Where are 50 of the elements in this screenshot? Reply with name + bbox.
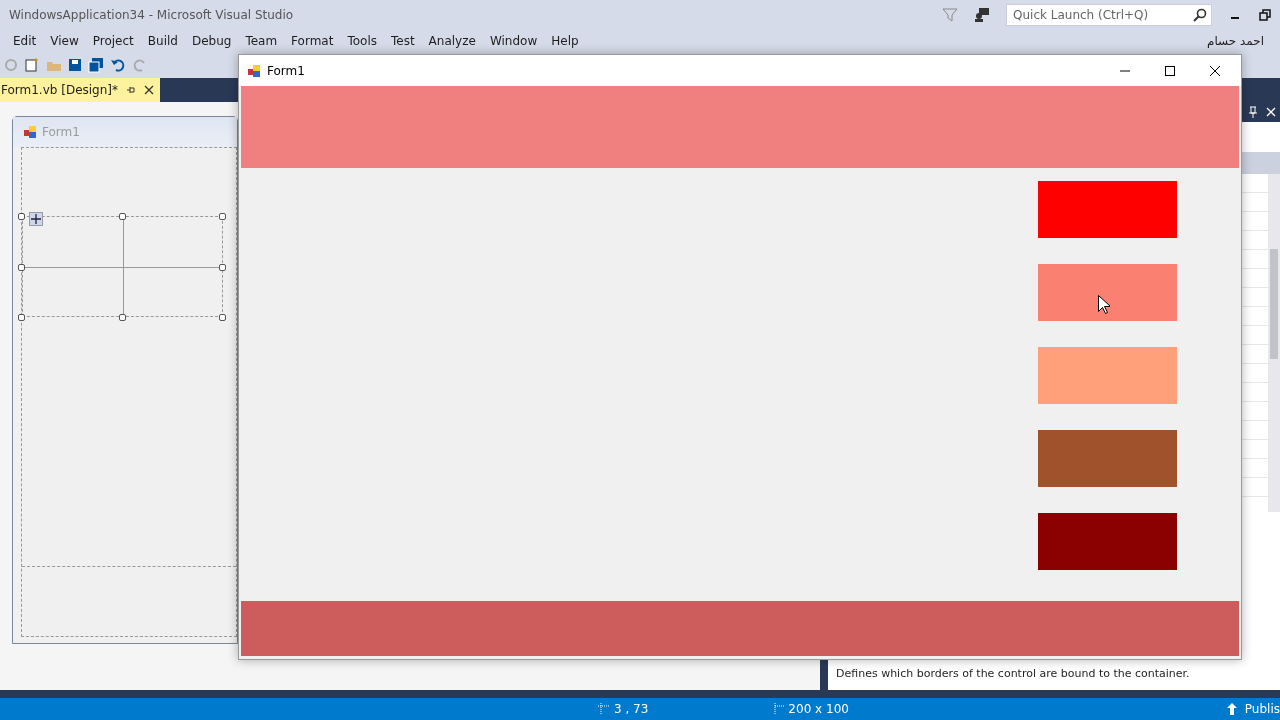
menu-item[interactable]: Team xyxy=(238,32,285,50)
form-icon xyxy=(247,63,261,78)
resize-handle[interactable] xyxy=(219,264,226,271)
document-tab[interactable]: Form1.vb [Design]* xyxy=(0,78,160,102)
search-icon[interactable] xyxy=(1193,8,1207,22)
size-icon xyxy=(772,703,785,715)
resize-handle[interactable] xyxy=(219,314,226,321)
resize-handle[interactable] xyxy=(18,264,25,271)
menu-item[interactable]: Project xyxy=(85,32,141,50)
move-handle-icon[interactable] xyxy=(29,212,43,226)
resize-handle[interactable] xyxy=(18,213,25,220)
menu-item[interactable]: Help xyxy=(544,32,586,50)
save-all-icon[interactable] xyxy=(88,57,104,73)
publish-label[interactable]: Publis xyxy=(1244,700,1280,718)
cursor-position: 3 , 73 xyxy=(614,701,649,718)
menu-item[interactable]: Tools xyxy=(340,32,384,50)
resize-handle[interactable] xyxy=(18,314,25,321)
user-name[interactable]: احمد حسام xyxy=(1207,32,1264,50)
mouse-cursor-icon xyxy=(1098,295,1110,314)
menu-item[interactable]: Test xyxy=(383,32,422,50)
undo-icon[interactable] xyxy=(110,57,126,73)
menu-item[interactable]: Edit xyxy=(6,32,44,50)
up-arrow-icon xyxy=(1226,703,1237,715)
form-icon xyxy=(23,125,37,139)
close-icon[interactable] xyxy=(144,85,154,95)
pin-icon[interactable] xyxy=(126,85,136,95)
window-title: WindowsApplication34 - Microsoft Visual Studio xyxy=(9,7,294,24)
restore-icon[interactable] xyxy=(1258,8,1272,22)
form-title: Form1 xyxy=(267,62,305,80)
close-icon[interactable] xyxy=(1208,64,1221,77)
scrollbar[interactable] xyxy=(1268,174,1280,512)
resize-handle[interactable] xyxy=(119,213,126,220)
property-toolbar xyxy=(1242,152,1280,174)
menu-item[interactable]: Build xyxy=(140,32,185,50)
new-project-icon[interactable] xyxy=(24,57,40,73)
save-icon[interactable] xyxy=(68,58,82,72)
menu-item[interactable]: Analyze xyxy=(421,32,483,50)
quick-launch-field[interactable]: Quick Launch (Ctrl+Q) xyxy=(1006,4,1212,26)
property-description: Defines which borders of the control are bound to the container. xyxy=(836,666,1190,680)
menu-item[interactable]: Format xyxy=(284,32,341,50)
feedback-icon[interactable] xyxy=(974,7,990,23)
maximize-icon[interactable] xyxy=(1163,64,1176,77)
menu-item[interactable]: Debug xyxy=(184,32,239,50)
designer-form-title: Form1 xyxy=(42,124,80,141)
resize-handle[interactable] xyxy=(219,213,226,220)
resize-handle[interactable] xyxy=(119,314,126,321)
control-size: 200 x 100 xyxy=(788,701,849,718)
menu-item[interactable]: View xyxy=(43,32,86,50)
position-icon xyxy=(598,703,610,715)
menu-item[interactable]: Window xyxy=(482,32,545,50)
